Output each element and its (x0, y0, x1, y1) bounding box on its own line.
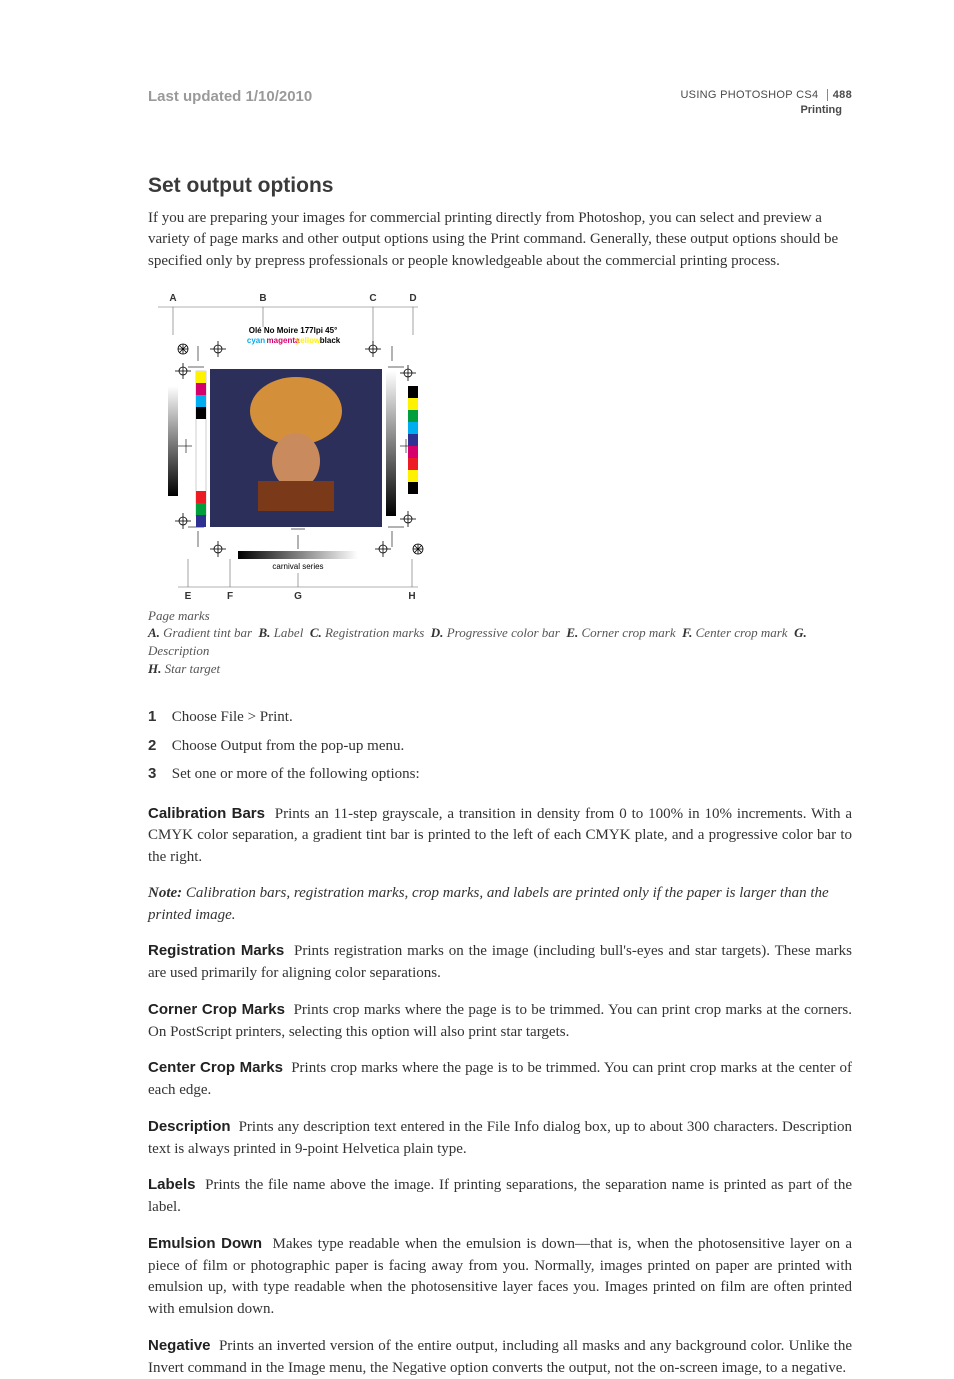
doc-title: USING PHOTOSHOP CS4 (680, 89, 818, 101)
figure-label-bottom: carnival series (272, 562, 323, 571)
figure-caption: Page marks A. Gradient tint bar B. Label… (148, 607, 852, 677)
gradient-tint-bar (168, 386, 178, 496)
registration-mark-icon (210, 541, 226, 557)
cmyk-y: yellow (296, 336, 321, 345)
option-calibration-bars: Calibration Bars Prints an 11-step grays… (148, 803, 852, 869)
caption-title: Page marks (148, 607, 852, 625)
document-page: Last updated 1/10/2010 USING PHOTOSHOP C… (0, 0, 954, 1235)
cmyk-c: cyan (247, 336, 265, 345)
registration-mark-icon (365, 341, 381, 357)
section-name: Printing (680, 103, 852, 118)
registration-mark-icon (400, 365, 416, 381)
option-emulsion-down: Emulsion Down Makes type readable when t… (148, 1233, 852, 1321)
section-heading: Set output options (148, 174, 852, 198)
page-header: Last updated 1/10/2010 USING PHOTOSHOP C… (148, 88, 852, 118)
option-registration-marks: Registration Marks Prints registration m… (148, 940, 852, 985)
header-right: USING PHOTOSHOP CS4 488 Printing (680, 88, 852, 118)
option-negative: Negative Prints an inverted version of t… (148, 1335, 852, 1379)
registration-mark-icon (175, 363, 191, 379)
progressive-color-bar (408, 386, 418, 494)
callout-f: F (227, 591, 233, 601)
option-labels: Labels Prints the file name above the im… (148, 1174, 852, 1219)
callout-g: G (294, 591, 302, 601)
page-marks-figure: A B C D Olé No Moire 177lpi 45° cyan mag… (148, 291, 428, 601)
callout-h: H (408, 591, 415, 601)
callout-c: C (369, 293, 376, 304)
callout-b: B (259, 293, 266, 304)
star-target-icon (413, 544, 423, 554)
registration-mark-icon (210, 341, 226, 357)
option-center-crop-marks: Center Crop Marks Prints crop marks wher… (148, 1057, 852, 1102)
registration-mark-icon (400, 511, 416, 527)
step-1: 1 Choose File > Print. (148, 703, 852, 732)
registration-mark-icon (175, 513, 191, 529)
intro-paragraph: If you are preparing your images for com… (148, 208, 852, 273)
option-description: Description Prints any description text … (148, 1116, 852, 1161)
callout-d: D (409, 293, 416, 304)
note: Note: Calibration bars, registration mar… (148, 883, 852, 927)
figure-label-top: Olé No Moire 177lpi 45° (249, 326, 338, 335)
star-target-icon (178, 344, 188, 354)
registration-mark-icon (375, 541, 391, 557)
step-3: 3 Set one or more of the following optio… (148, 760, 852, 789)
gradient-bar-bottom (238, 551, 358, 559)
cmyk-k: black (320, 336, 341, 345)
callout-a: A (169, 293, 176, 304)
step-2: 2 Choose Output from the pop-up menu. (148, 732, 852, 761)
page-number: 488 (827, 89, 852, 101)
last-updated: Last updated 1/10/2010 (148, 88, 312, 105)
callout-e: E (185, 591, 192, 601)
steps-list: 1 Choose File > Print. 2 Choose Output f… (148, 703, 852, 789)
option-corner-crop-marks: Corner Crop Marks Prints crop marks wher… (148, 999, 852, 1044)
